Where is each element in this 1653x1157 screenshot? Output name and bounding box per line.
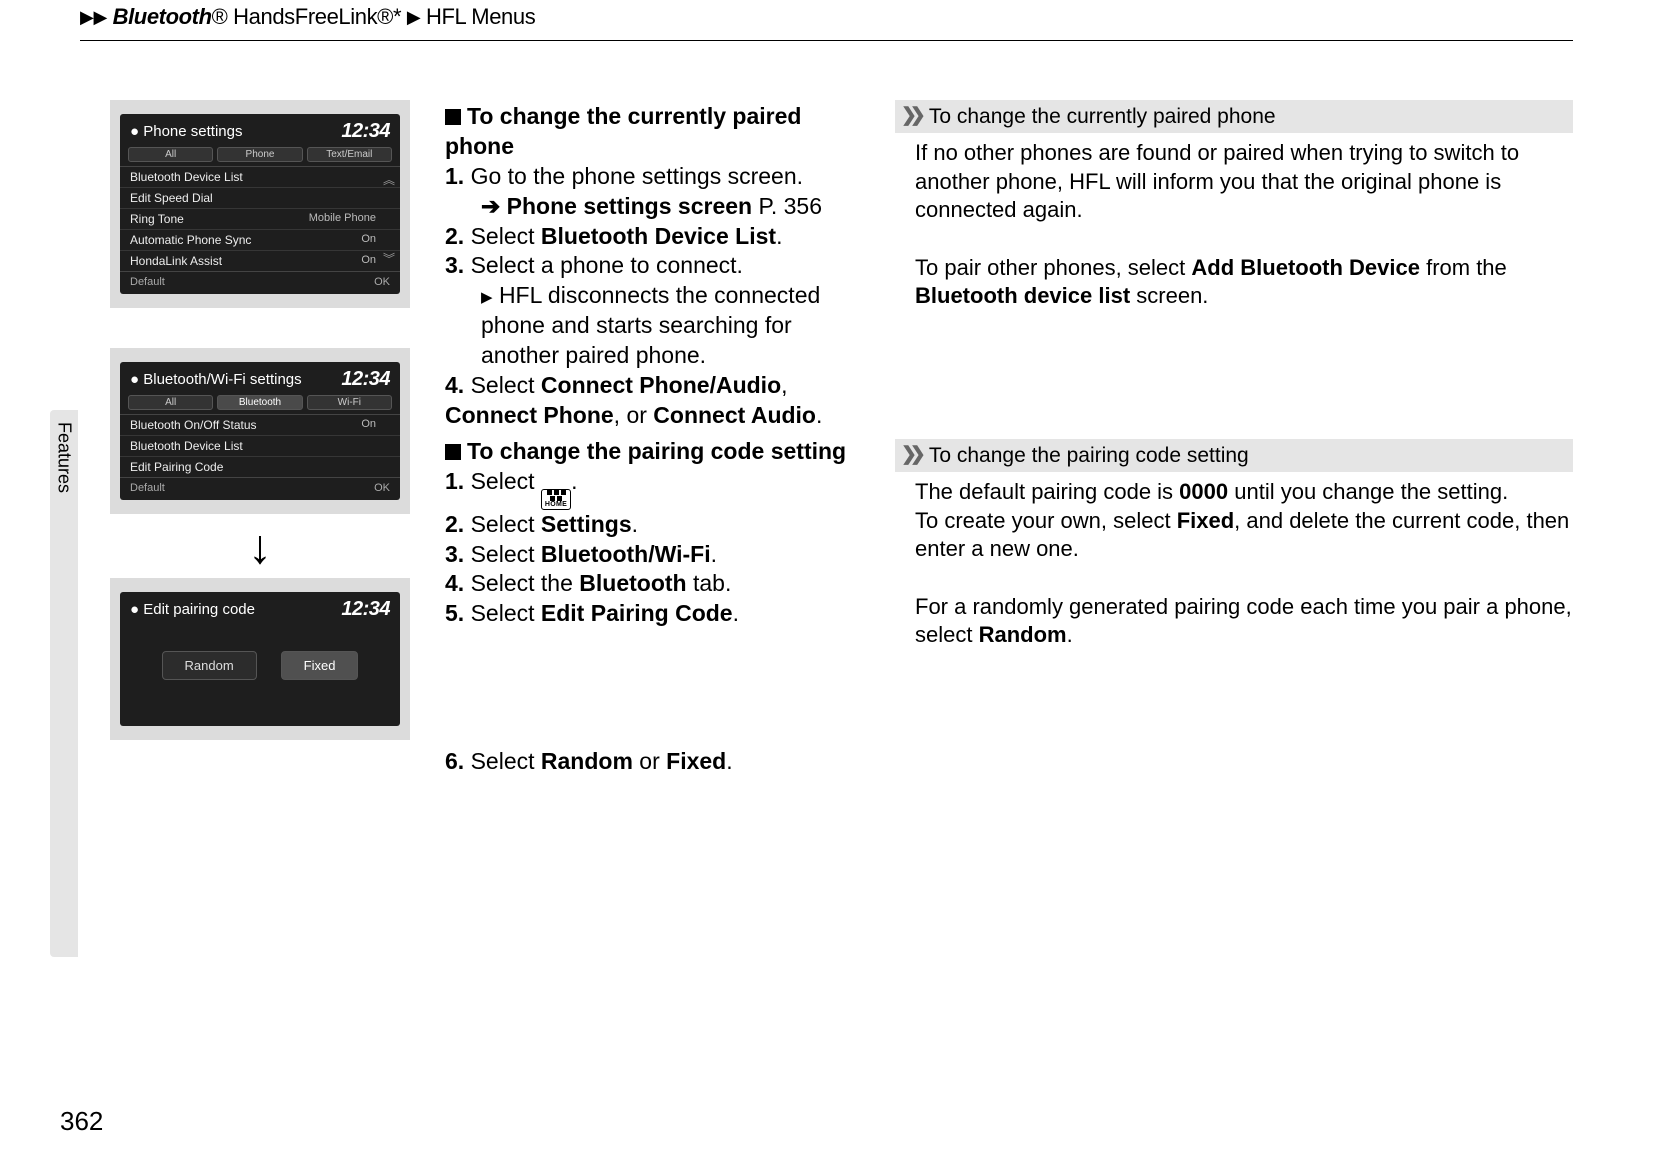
screenshot-phone-settings: ● Phone settings 12:34 All Phone Text/Em… — [110, 100, 410, 308]
side-tab-label: Features — [54, 422, 75, 493]
list-item[interactable]: Bluetooth On/Off StatusOn — [120, 415, 400, 436]
cross-reference[interactable]: ➔ Phone settings screen P. 356 — [481, 192, 875, 222]
square-icon — [445, 444, 461, 460]
triangle-icon: ▶ — [481, 289, 493, 306]
note-body: If no other phones are found or paired w… — [895, 139, 1573, 323]
scroll-indicator[interactable]: ︽︾ — [382, 171, 396, 267]
side-tab: Features — [50, 410, 78, 957]
notes-column: ❯❯ To change the currently paired phone … — [895, 100, 1573, 777]
step: 2. Select Settings. — [445, 510, 875, 540]
square-icon — [445, 109, 461, 125]
page-number: 362 — [60, 1106, 103, 1137]
step: 3. Select Bluetooth/Wi-Fi. — [445, 540, 875, 570]
step: 4. Select Connect Phone/Audio, Connect P… — [445, 371, 875, 431]
step: 6. Select Random or Fixed. — [445, 747, 875, 777]
screen-footer-right[interactable]: OK — [374, 482, 390, 494]
screenshot-edit-pairing-code: ● Edit pairing code 12:34 Random Fixed — [110, 578, 410, 740]
screen-footer-left[interactable]: Default — [130, 482, 165, 494]
section-heading: To change the currently paired phone — [445, 102, 875, 162]
triangle-icon: ▶▶ — [80, 7, 107, 27]
step: 2. Select Bluetooth Device List. — [445, 222, 875, 252]
screen-tab[interactable]: All — [128, 147, 213, 162]
list-item[interactable]: Ring ToneMobile Phone — [120, 209, 400, 230]
step: 5. Select Edit Pairing Code. — [445, 599, 875, 629]
list-item[interactable]: Edit Speed Dial — [120, 188, 400, 209]
step: 4. Select the Bluetooth tab. — [445, 569, 875, 599]
sub-step: ▶ HFL disconnects the connected phone an… — [481, 281, 875, 371]
list-item[interactable]: HondaLink AssistOn — [120, 251, 400, 271]
screen-footer-right[interactable]: OK — [374, 276, 390, 288]
screen-time: 12:34 — [341, 120, 390, 143]
step: 1. Go to the phone settings screen. — [445, 162, 875, 192]
note-body: The default pairing code is 0000 until y… — [895, 478, 1573, 662]
screen-footer-left[interactable]: Default — [130, 276, 165, 288]
screenshot-bluetooth-wifi-settings: ● Bluetooth/Wi-Fi settings 12:34 All Blu… — [110, 348, 410, 514]
screen-title: Bluetooth/Wi-Fi settings — [143, 371, 301, 388]
screen-tab[interactable]: Phone — [217, 147, 302, 162]
breadcrumb-part: Bluetooth — [113, 4, 212, 29]
screen-tab[interactable]: Text/Email — [307, 147, 392, 162]
breadcrumb: ▶▶ Bluetooth® HandsFreeLink®* ▶ HFL Menu… — [80, 0, 1573, 41]
breadcrumb-part: ® — [212, 4, 228, 29]
instructions-column: To change the currently paired phone 1. … — [445, 100, 875, 777]
chevron-icon: ❯❯ — [901, 104, 919, 129]
list-item[interactable]: Bluetooth Device List — [120, 167, 400, 188]
breadcrumb-part: HandsFreeLink®* — [227, 4, 401, 29]
note-heading: ❯❯ To change the currently paired phone — [895, 100, 1573, 133]
note-heading: ❯❯ To change the pairing code setting — [895, 439, 1573, 472]
screen-time: 12:34 — [341, 598, 390, 621]
list-item[interactable]: Automatic Phone SyncOn — [120, 230, 400, 251]
screen-title: Phone settings — [143, 123, 242, 140]
list-item[interactable]: Edit Pairing Code — [120, 457, 400, 477]
list-item[interactable]: Bluetooth Device List — [120, 436, 400, 457]
step: 3. Select a phone to connect. — [445, 251, 875, 281]
step: 1. Select HOME . — [445, 467, 875, 510]
down-arrow-icon: ↓ — [248, 524, 272, 578]
screenshot-column: ● Phone settings 12:34 All Phone Text/Em… — [95, 100, 425, 777]
triangle-icon: ▶ — [407, 7, 420, 27]
random-button[interactable]: Random — [162, 651, 257, 680]
fixed-button[interactable]: Fixed — [281, 651, 359, 680]
screen-tab[interactable]: Bluetooth — [217, 395, 302, 410]
section-heading: To change the pairing code setting — [445, 437, 875, 467]
screen-tab[interactable]: All — [128, 395, 213, 410]
chevron-icon: ❯❯ — [901, 443, 919, 468]
screen-title: Edit pairing code — [143, 601, 255, 618]
screen-tab[interactable]: Wi-Fi — [307, 395, 392, 410]
breadcrumb-part: HFL Menus — [426, 4, 535, 29]
screen-time: 12:34 — [341, 368, 390, 391]
home-icon: HOME — [541, 489, 571, 510]
